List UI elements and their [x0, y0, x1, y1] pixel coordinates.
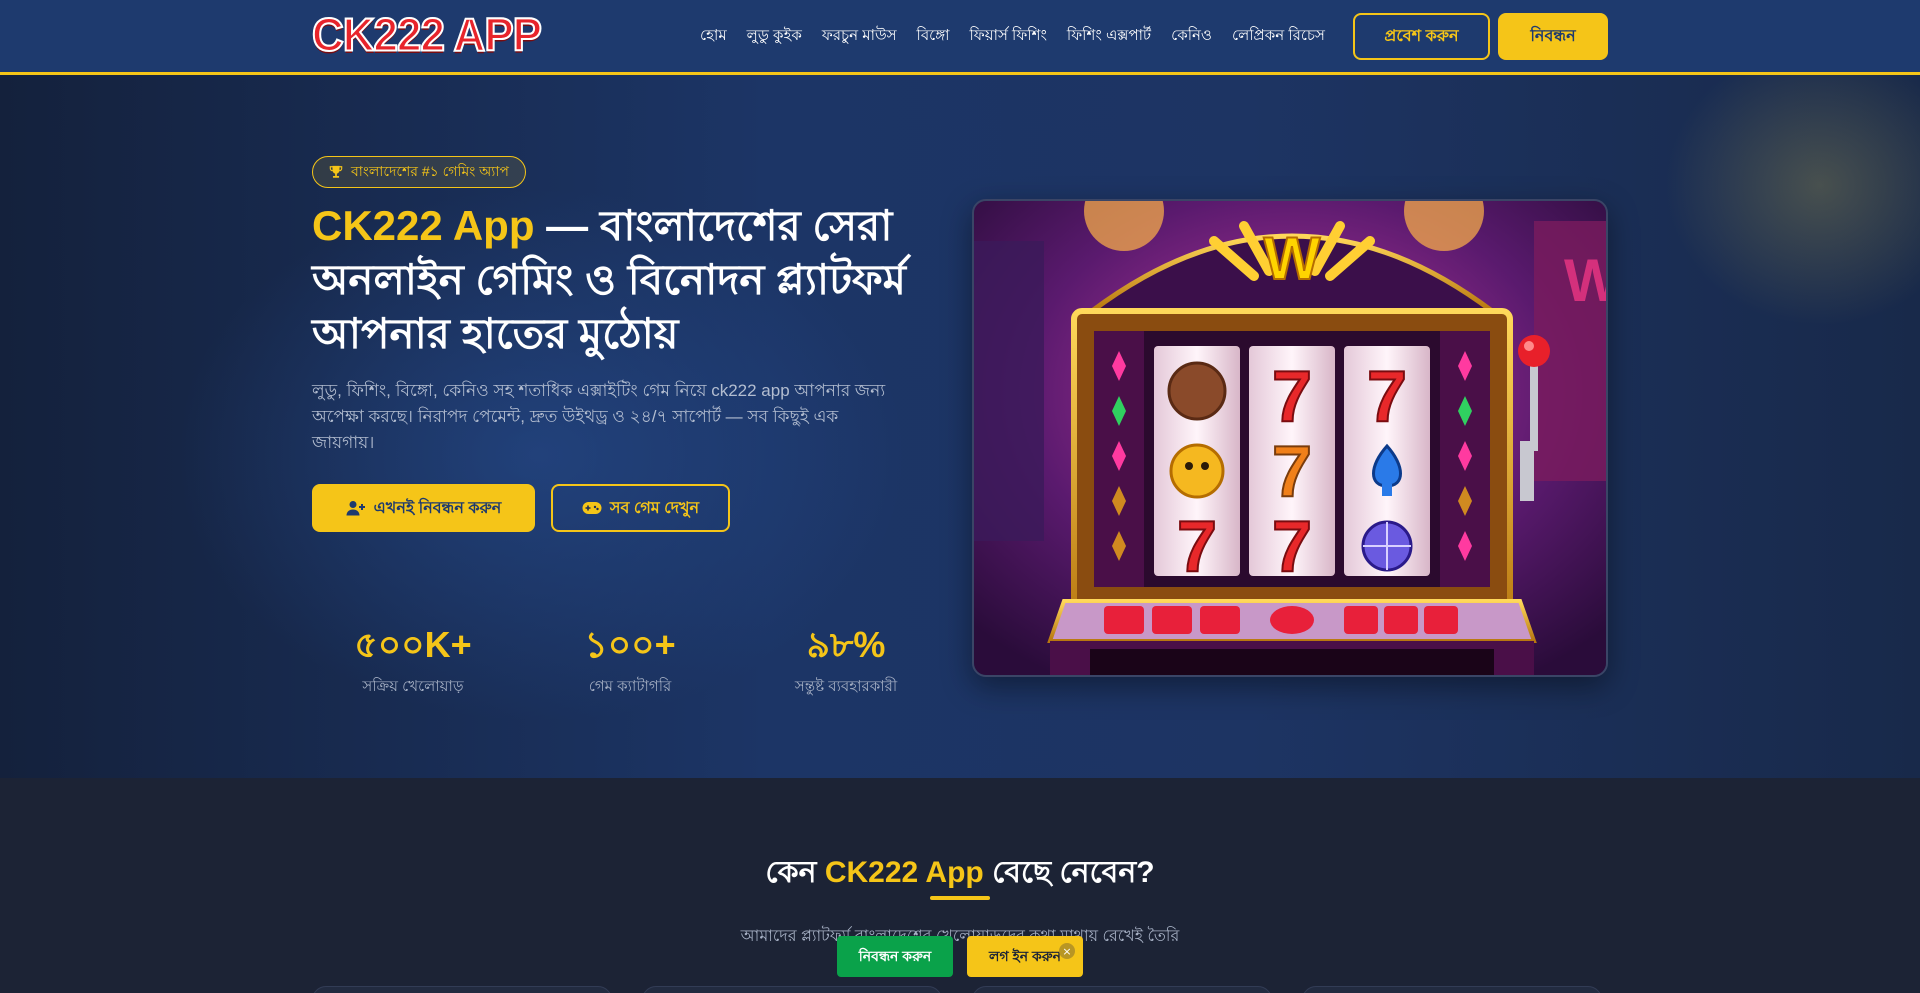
gamepad-icon: [582, 502, 602, 514]
stat-value: ৫০০K+: [354, 624, 472, 665]
section-title-post: বেছে নেবেন?: [983, 856, 1155, 889]
stat-label: সক্রিয় খেলোয়াড়: [362, 678, 464, 695]
section-subtitle: আমাদের প্ল্যাটফর্ম বাংলাদেশের খেলোয়াড়দ…: [740, 928, 1180, 945]
svg-text:W: W: [1264, 225, 1321, 292]
stat-value: ১০০+: [584, 624, 676, 665]
nav-item-ludo-quick[interactable]: লুডু কুইক: [737, 24, 812, 49]
logo-text: CK222 APP: [311, 9, 543, 62]
stat-value: ৯৮%: [806, 624, 886, 665]
stat-label: গেম ক্যাটাগরি: [588, 678, 672, 695]
nav-item-fishing-expert[interactable]: ফিশিং এক্সপার্ট: [1057, 24, 1161, 49]
slot-machine-image: W W: [972, 199, 1608, 677]
user-plus-icon: [346, 501, 365, 516]
feature-card: [1302, 986, 1602, 993]
stat-game-categories: ১০০+ গেম ক্যাটাগরি: [530, 623, 730, 700]
feature-card: [312, 986, 612, 993]
floating-register-button[interactable]: নিবন্ধন করুন: [837, 936, 953, 977]
register-button[interactable]: নিবন্ধন: [1498, 13, 1608, 60]
main-nav: হোম লুডু কুইক ফরচুন মাউস বিঙ্গো ফিয়ার্স…: [690, 0, 1335, 72]
trophy-icon: [329, 165, 343, 178]
hero-title: CK222 App — বাংলাদেশের সেরা অনলাইন গেমিং…: [312, 199, 922, 361]
section-title: কেন CK222 App বেছে নেবেন?: [0, 848, 1920, 899]
hero-section: বাংলাদেশের #১ গেমিং অ্যাপ CK222 App — বা…: [0, 75, 1920, 778]
stat-active-players: ৫০০K+ সক্রিয় খেলোয়াড়: [313, 623, 513, 700]
site-header: CK222 APP হোম লুডু কুইক ফরচুন মাউস বিঙ্গ…: [0, 0, 1920, 75]
login-button[interactable]: প্রবেশ করুন: [1353, 13, 1490, 60]
stat-satisfied-users: ৯৮% সন্তুষ্ট ব্যবহারকারী: [746, 623, 946, 700]
nav-item-leprechaun-riches[interactable]: লেপ্রিকন রিচেস: [1222, 24, 1335, 49]
register-now-label: এখনই নিবন্ধন করুন: [373, 499, 502, 517]
svg-text:7: 7: [1272, 357, 1312, 437]
stat-label: সন্তুষ্ট ব্যবহারকারী: [794, 678, 898, 695]
hero-badge-text: বাংলাদেশের #১ গেমিং অ্যাপ: [351, 163, 509, 179]
section-title-pre: কেন: [765, 856, 825, 889]
nav-item-fierce-fishing[interactable]: ফিয়ার্স ফিশিং: [960, 24, 1057, 49]
hero-description: লুডু, ফিশিং, বিঙ্গো, কেনিও সহ শতাধিক এক্…: [312, 381, 886, 452]
svg-text:7: 7: [1272, 432, 1312, 512]
svg-text:7: 7: [1177, 507, 1217, 587]
register-now-button[interactable]: এখনই নিবন্ধন করুন: [312, 484, 535, 532]
svg-text:W: W: [1564, 247, 1608, 314]
svg-text:7: 7: [1272, 507, 1312, 587]
view-all-games-button[interactable]: সব গেম দেখুন: [551, 484, 730, 532]
nav-item-bingo[interactable]: বিঙ্গো: [907, 24, 960, 49]
why-choose-section: কেন CK222 App বেছে নেবেন? আমাদের প্ল্যাট…: [0, 778, 1920, 993]
section-divider: [930, 896, 990, 900]
logo[interactable]: CK222 APP: [311, 9, 543, 62]
hero-title-accent: CK222 App: [312, 202, 535, 249]
feature-card: [642, 986, 942, 993]
nav-item-home[interactable]: হোম: [690, 24, 737, 49]
view-all-games-label: সব গেম দেখুন: [609, 499, 700, 517]
section-title-accent: CK222 App: [824, 856, 984, 889]
feature-card: [972, 986, 1272, 993]
svg-text:7: 7: [1367, 357, 1407, 437]
nav-item-keno[interactable]: কেনিও: [1161, 24, 1222, 49]
nav-item-fortune-mouse[interactable]: ফরচুন মাউস: [812, 24, 907, 49]
close-icon[interactable]: ×: [1059, 943, 1075, 959]
hero-badge: বাংলাদেশের #১ গেমিং অ্যাপ: [312, 156, 526, 188]
